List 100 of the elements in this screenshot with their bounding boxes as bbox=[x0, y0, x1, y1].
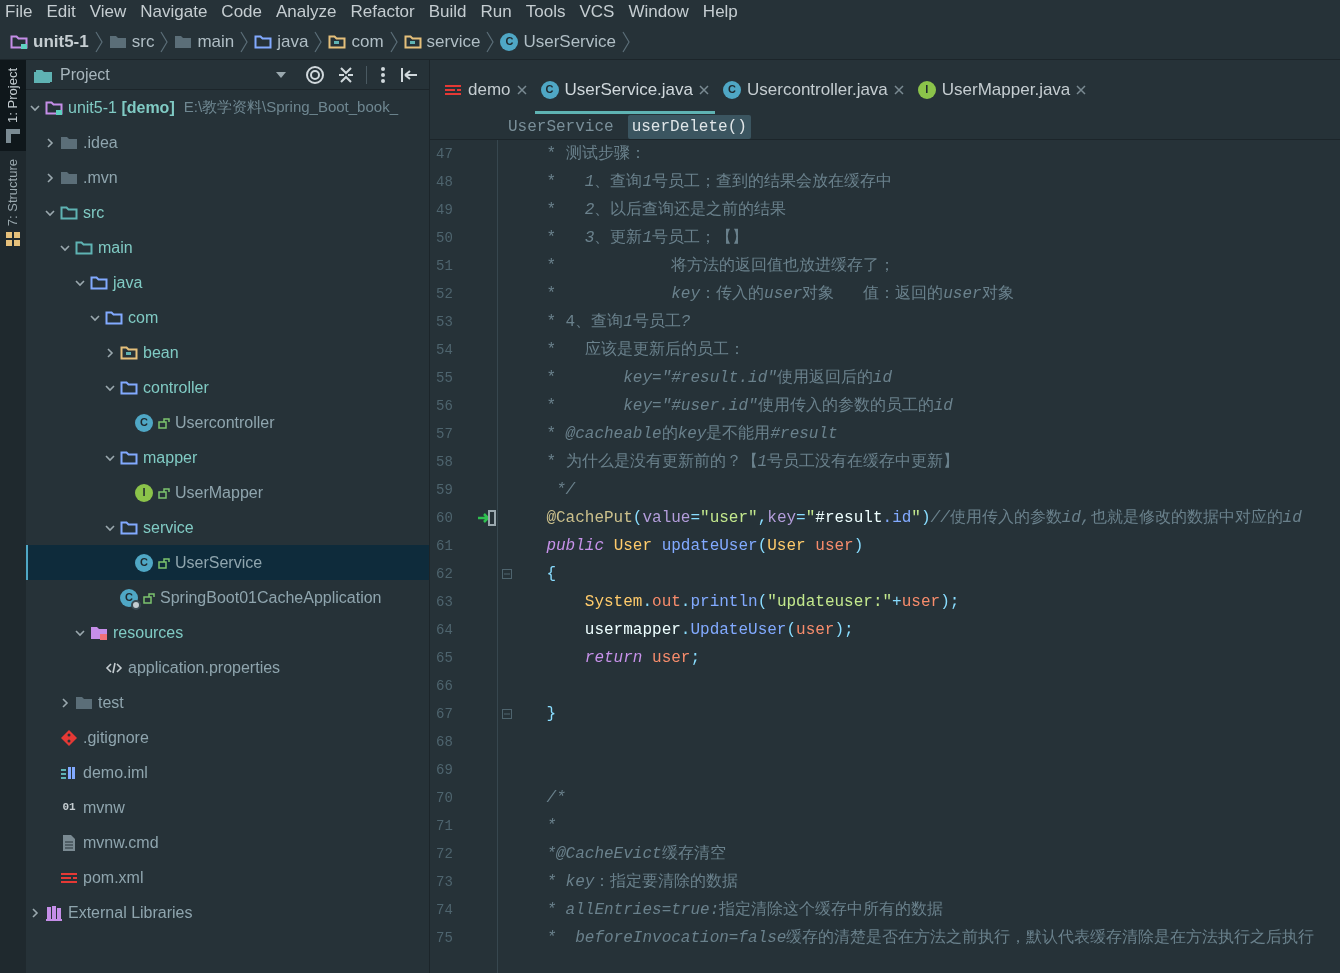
tree-item[interactable]: application.properties bbox=[26, 650, 429, 685]
chevron-right-icon bbox=[94, 30, 103, 53]
code-line: * 测试步骤： bbox=[545, 144, 646, 165]
git-icon bbox=[60, 728, 78, 747]
close-icon bbox=[699, 84, 710, 95]
menu-item[interactable]: Navigate bbox=[140, 0, 208, 25]
menu-item[interactable]: Edit bbox=[46, 0, 76, 25]
code-line: * bbox=[545, 816, 556, 837]
folder-icon bbox=[108, 33, 127, 50]
tree-label: unit5-1 [demo] bbox=[68, 97, 175, 118]
side-tab[interactable]: 1: Project bbox=[0, 60, 26, 151]
tree-label: .mvn bbox=[83, 167, 118, 188]
menu-item[interactable]: Run bbox=[480, 0, 512, 25]
tree-item[interactable]: main bbox=[26, 230, 429, 265]
tree-item[interactable]: C SpringBoot01CacheApplication bbox=[26, 580, 429, 615]
breadcrumb-item[interactable]: unit5-1 bbox=[10, 28, 89, 55]
editor-tab[interactable]: C Usercontroller.java bbox=[717, 68, 910, 114]
menu-item[interactable]: Code bbox=[221, 0, 262, 25]
tree-label: service bbox=[143, 517, 194, 538]
collapse-all-icon[interactable] bbox=[338, 66, 354, 83]
tree-label: controller bbox=[143, 377, 209, 398]
breadcrumb-item[interactable]: userDelete() bbox=[627, 114, 751, 139]
tree-item[interactable]: java bbox=[26, 265, 429, 300]
chevron-right-icon bbox=[240, 30, 249, 53]
code-line: return user; bbox=[583, 648, 701, 669]
chevron-right-icon bbox=[45, 172, 55, 183]
tree-label: mvnw.cmd bbox=[83, 832, 159, 853]
tree-item[interactable]: demo.iml bbox=[26, 755, 429, 790]
tree-item[interactable]: C Usercontroller bbox=[26, 405, 429, 440]
class-icon: C bbox=[723, 80, 742, 99]
menu-item[interactable]: File bbox=[5, 0, 33, 25]
tree-item[interactable]: controller bbox=[26, 370, 429, 405]
hide-icon[interactable] bbox=[401, 67, 417, 82]
menu-item[interactable]: Help bbox=[702, 0, 738, 25]
interface-icon: I bbox=[917, 80, 936, 99]
breadcrumb-item[interactable]: C UserService bbox=[500, 28, 617, 55]
chevron-right-icon bbox=[314, 30, 323, 53]
tree-item[interactable]: .idea bbox=[26, 125, 429, 160]
tree-item[interactable]: C UserService bbox=[26, 545, 429, 580]
menu-item[interactable]: Analyze bbox=[276, 0, 337, 25]
dropdown-icon[interactable] bbox=[276, 71, 286, 78]
tree-item[interactable]: bean bbox=[26, 335, 429, 370]
chevron-right-icon bbox=[45, 137, 55, 148]
tree-item[interactable]: 01 mvnw bbox=[26, 790, 429, 825]
breadcrumb-item[interactable]: main bbox=[174, 28, 235, 55]
tree-item[interactable]: pom.xml bbox=[26, 860, 429, 895]
breadcrumb-item[interactable]: com bbox=[328, 28, 384, 55]
menu-item[interactable]: Build bbox=[428, 0, 467, 25]
folder-icon bbox=[60, 134, 78, 151]
code-line: @CachePut(value="user",key="#result.id")//使用传入的参数id,也就是修改的数据中对应的id bbox=[545, 507, 1302, 529]
menu-item[interactable]: Refactor bbox=[350, 0, 415, 25]
close-icon bbox=[516, 84, 527, 95]
more-icon[interactable] bbox=[381, 66, 385, 83]
tree-item[interactable]: .mvn bbox=[26, 160, 429, 195]
tree-item[interactable]: unit5-1 [demo] E:\教学资料\Spring_Boot_book_ bbox=[26, 90, 429, 125]
tree-item[interactable]: resources bbox=[26, 615, 429, 650]
target-icon[interactable] bbox=[306, 65, 324, 84]
breadcrumb-item[interactable]: service bbox=[403, 28, 481, 55]
tree-item[interactable]: src bbox=[26, 195, 429, 230]
tree-item[interactable]: .gitignore bbox=[26, 720, 429, 755]
tree-item[interactable]: mapper bbox=[26, 440, 429, 475]
package-icon bbox=[403, 33, 422, 50]
editor-tab[interactable]: I UserMapper.java bbox=[911, 68, 1093, 114]
side-tab[interactable]: 7: Structure bbox=[0, 150, 26, 255]
tree-label: pom.xml bbox=[83, 867, 144, 888]
tree-item[interactable]: test bbox=[26, 685, 429, 720]
tree-label: com bbox=[128, 307, 159, 328]
editor-tab[interactable]: demo bbox=[438, 68, 533, 114]
tree-item[interactable]: External Libraries bbox=[26, 895, 429, 930]
code-line: System.out.println("updateuser:"+user); bbox=[583, 592, 960, 613]
tree-label: java bbox=[113, 272, 143, 293]
code-line: */ bbox=[555, 480, 576, 501]
breadcrumb-item[interactable]: java bbox=[254, 28, 309, 55]
module-folder-icon bbox=[45, 99, 63, 116]
interface-icon: I bbox=[135, 483, 153, 502]
tree-item[interactable]: I UserMapper bbox=[26, 475, 429, 510]
code-line: * key：传入的user对象 值：返回的user对象 bbox=[545, 284, 1014, 305]
tree-label: UserMapper bbox=[175, 482, 264, 503]
breadcrumb-item[interactable]: UserService bbox=[504, 114, 618, 139]
chevron-down-icon bbox=[45, 207, 55, 218]
tree-label: bean bbox=[143, 342, 179, 363]
tree-item[interactable]: mvnw.cmd bbox=[26, 825, 429, 860]
menu-item[interactable]: VCS bbox=[579, 0, 615, 25]
close-icon bbox=[893, 84, 904, 95]
tree-item[interactable]: service bbox=[26, 510, 429, 545]
menu-item[interactable]: Window bbox=[628, 0, 689, 25]
menu-item[interactable]: Tools bbox=[525, 0, 566, 25]
chevron-right-icon bbox=[160, 30, 169, 53]
tree-label: Usercontroller bbox=[175, 412, 275, 433]
menu-item[interactable]: View bbox=[89, 0, 127, 25]
code-line: * key="#result.id"使用返回后的id bbox=[545, 368, 893, 389]
code-line: usermapper.UpdateUser(user); bbox=[583, 620, 854, 641]
folder-icon bbox=[174, 33, 193, 50]
tree-label: test bbox=[98, 692, 124, 713]
class-icon: C bbox=[135, 553, 153, 572]
class-icon: C bbox=[135, 413, 153, 432]
application-class-icon: C bbox=[120, 588, 138, 607]
tree-item[interactable]: com bbox=[26, 300, 429, 335]
folder-icon bbox=[120, 519, 138, 536]
breadcrumb-item[interactable]: src bbox=[108, 28, 155, 55]
